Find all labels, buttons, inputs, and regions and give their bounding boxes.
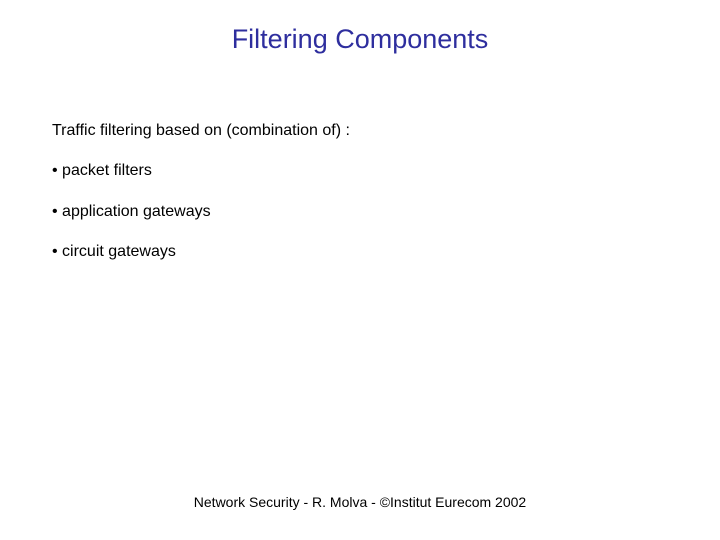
intro-text: Traffic filtering based on (combination … — [52, 120, 668, 142]
slide-title: Filtering Components — [0, 24, 720, 55]
slide: Filtering Components Traffic filtering b… — [0, 0, 720, 540]
bullet-item: • application gateways — [52, 201, 668, 223]
bullet-item: • circuit gateways — [52, 241, 668, 263]
slide-footer: Network Security - R. Molva - ©Institut … — [0, 494, 720, 510]
bullet-item: • packet filters — [52, 160, 668, 182]
slide-content: Traffic filtering based on (combination … — [52, 120, 668, 282]
